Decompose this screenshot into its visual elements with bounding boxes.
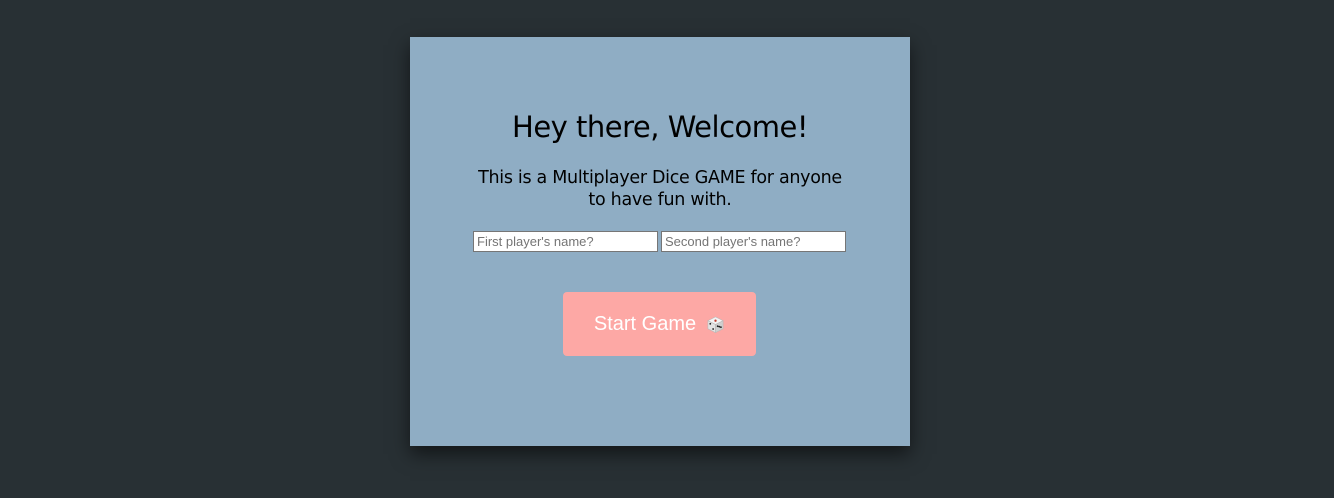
- welcome-card: Hey there, Welcome! This is a Multiplaye…: [410, 37, 910, 446]
- welcome-title: Hey there, Welcome!: [512, 110, 808, 144]
- first-player-name-input[interactable]: [473, 231, 658, 252]
- start-game-label: Start Game: [593, 312, 697, 335]
- second-player-name-input[interactable]: [661, 231, 846, 252]
- welcome-subtitle: This is a Multiplayer Dice GAME for anyo…: [478, 168, 842, 210]
- dice-icon: [706, 315, 725, 334]
- start-game-button[interactable]: Start Game: [563, 292, 756, 356]
- player-name-form: [473, 231, 847, 252]
